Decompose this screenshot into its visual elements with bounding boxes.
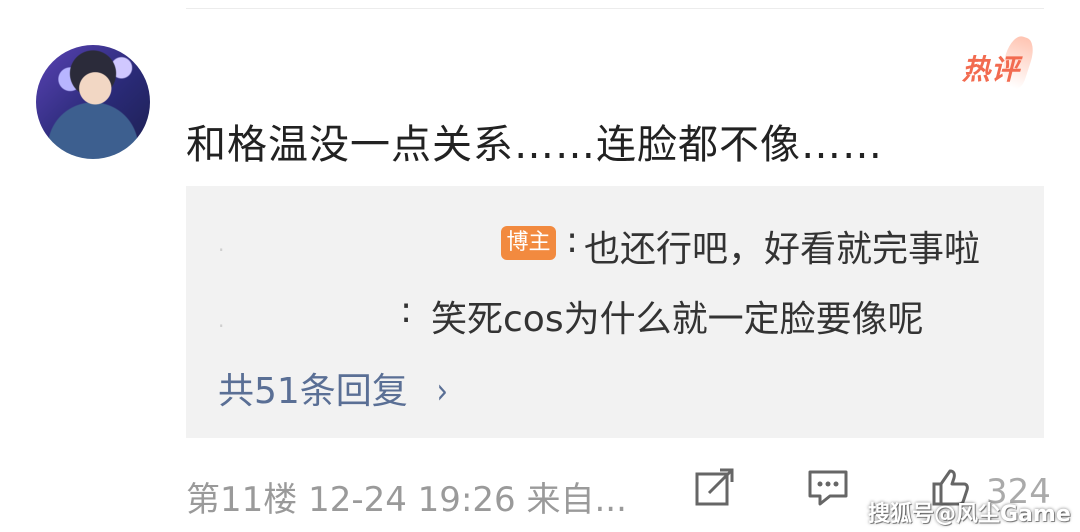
reply-colon: :: [566, 220, 579, 261]
reply-preview-box[interactable]: · 博主 : 也还行吧，好看就完事啦 · : 笑死cos为什么就一定脸要像呢 共…: [186, 186, 1044, 438]
hot-comment-badge: 热评: [962, 33, 1038, 91]
hot-comment-label: 热评: [962, 53, 1021, 86]
comment-text: 和格温没一点关系……连脸都不像……: [186, 122, 883, 168]
reply-text-2: 笑死cos为什么就一定脸要像呢: [431, 299, 924, 340]
share-icon[interactable]: [694, 466, 736, 508]
more-replies-link[interactable]: 共51条回复 ›: [218, 362, 450, 414]
top-divider: [186, 8, 1044, 9]
blurred-username: ·: [218, 238, 225, 262]
reply-colon: :: [400, 290, 413, 331]
blurred-username: ·: [218, 314, 225, 338]
watermark: 搜狐号@风尘Game: [868, 502, 1071, 527]
comment-icon[interactable]: [806, 466, 850, 508]
avatar[interactable]: [36, 45, 150, 159]
blogger-tag: 博主: [501, 226, 556, 260]
reply-text-1: 也还行吧，好看就完事啦: [584, 229, 981, 270]
comment-footer: 第11楼 12-24 19:26 来自... 324 搜狐号@风尘Game: [186, 466, 1080, 527]
comment-meta: 第11楼 12-24 19:26 来自...: [186, 480, 627, 520]
more-replies-label: 共51条回复: [218, 371, 408, 412]
chevron-right-icon: ›: [436, 371, 449, 412]
